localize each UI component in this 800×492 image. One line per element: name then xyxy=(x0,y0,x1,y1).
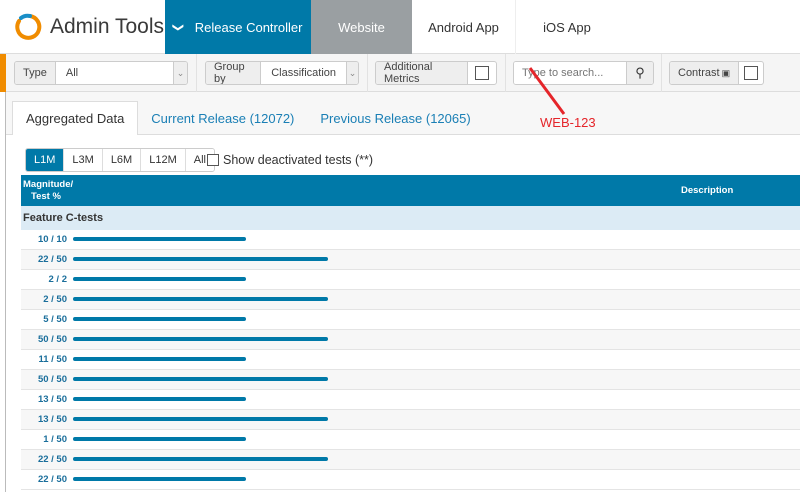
logo-icon xyxy=(15,13,42,40)
table-row[interactable]: 50 / 50 xyxy=(21,370,800,390)
row-magnitude: 22 / 50 xyxy=(37,454,67,465)
nav-label: Website xyxy=(338,19,385,35)
column-test-percent[interactable]: Test % xyxy=(23,191,73,203)
column-description[interactable]: Description xyxy=(681,185,733,196)
progress-bar xyxy=(73,317,247,321)
row-magnitude: 13 / 50 xyxy=(37,394,67,405)
table-row[interactable]: 50 / 50 xyxy=(21,330,800,350)
table-row[interactable]: 13 / 50 xyxy=(21,390,800,410)
progress-bar xyxy=(73,297,328,301)
table-row[interactable]: 13 / 50 xyxy=(21,410,800,430)
show-deactivated-checkbox[interactable] xyxy=(207,154,219,166)
table-row[interactable]: 22 / 50 xyxy=(21,250,800,270)
nav-label: Android App xyxy=(428,19,499,35)
progress-bar xyxy=(73,357,247,361)
row-magnitude: 2 / 50 xyxy=(43,294,67,305)
period-l12m[interactable]: L12M xyxy=(141,149,186,171)
period-selector: L1M L3M L6M L12M All xyxy=(25,148,215,172)
nav-ios-app[interactable]: iOS App xyxy=(516,0,618,54)
table-row[interactable]: 22 / 50 xyxy=(21,470,800,490)
show-deactivated-toggle[interactable]: Show deactivated tests (**) xyxy=(207,153,373,167)
additional-metrics-checkbox[interactable] xyxy=(475,66,490,80)
divider xyxy=(505,54,506,92)
table-row[interactable]: 2 / 50 xyxy=(21,290,800,310)
progress-bar xyxy=(73,337,328,341)
table-row[interactable]: 5 / 50 xyxy=(21,310,800,330)
row-magnitude: 22 / 50 xyxy=(37,474,67,485)
progress-bar xyxy=(73,477,247,481)
nav-label: iOS App xyxy=(543,19,591,35)
progress-bar xyxy=(73,417,328,421)
left-border xyxy=(5,92,6,492)
type-label: Type xyxy=(15,62,56,84)
logo[interactable]: Admin Tools xyxy=(12,12,164,42)
contrast-checkbox[interactable] xyxy=(744,66,759,80)
row-magnitude: 2 / 2 xyxy=(48,274,68,285)
row-magnitude: 22 / 50 xyxy=(37,254,67,265)
table-row[interactable]: 2 / 2 xyxy=(21,270,800,290)
group-by-value: Classification xyxy=(271,67,337,79)
period-l3m[interactable]: L3M xyxy=(64,149,103,171)
show-deactivated-label: Show deactivated tests (**) xyxy=(223,153,374,167)
group-by-label: Group by xyxy=(206,62,262,84)
nav-label: Release Controller xyxy=(194,19,303,35)
search-icon[interactable]: ⚲ xyxy=(626,62,653,84)
chevron-down-icon[interactable]: ⌄ xyxy=(173,62,187,84)
column-magnitude[interactable]: Magnitude/ xyxy=(23,179,73,191)
monitor-icon: ▣ xyxy=(721,67,731,78)
group-label: Feature C-tests xyxy=(23,212,104,224)
chevron-down-icon[interactable]: ⌄ xyxy=(346,62,358,84)
progress-bar xyxy=(73,377,328,381)
tab-aggregated-data[interactable]: Aggregated Data xyxy=(12,101,139,135)
annotation-label: WEB-123 xyxy=(540,115,596,130)
row-magnitude: 10 / 10 xyxy=(37,234,67,245)
accent-bar xyxy=(0,54,6,92)
table-body: 10 / 10 22 / 50 2 / 2 2 / 50 5 / 50 50 / 50 11… xyxy=(21,230,800,490)
nav-website[interactable]: Website xyxy=(311,0,412,54)
row-magnitude: 50 / 50 xyxy=(37,374,67,385)
progress-bar xyxy=(73,277,247,281)
row-magnitude: 50 / 50 xyxy=(37,334,67,345)
chevron-down-icon: ❯ xyxy=(171,22,184,32)
divider xyxy=(196,54,197,92)
additional-metrics-toggle[interactable]: Additional Metrics xyxy=(375,61,497,85)
table-row[interactable]: 10 / 10 xyxy=(21,230,800,250)
contrast-toggle[interactable]: Contrast ▣ xyxy=(669,61,764,85)
progress-bar xyxy=(73,237,247,241)
divider xyxy=(367,54,368,92)
filter-toolbar: Type All ⌄ Group by Classification ⌄ Add… xyxy=(0,54,800,92)
tab-previous-release[interactable]: Previous Release (12065) xyxy=(307,101,483,135)
row-magnitude: 13 / 50 xyxy=(37,414,67,425)
tab-bar: Aggregated Data Current Release (12072) … xyxy=(12,101,484,135)
tab-current-release[interactable]: Current Release (12072) xyxy=(138,101,307,135)
type-select[interactable]: Type All ⌄ xyxy=(14,61,188,85)
app-title: Admin Tools xyxy=(50,15,165,38)
group-by-select[interactable]: Group by Classification ⌄ xyxy=(205,61,359,85)
table-row[interactable]: 11 / 50 xyxy=(21,350,800,370)
row-magnitude: 1 / 50 xyxy=(43,434,67,445)
additional-metrics-label: Additional Metrics xyxy=(376,62,469,84)
row-magnitude: 11 / 50 xyxy=(38,354,67,365)
progress-bar xyxy=(73,437,247,441)
progress-bar xyxy=(73,257,328,261)
period-l1m[interactable]: L1M xyxy=(26,149,65,171)
table-row[interactable]: 1 / 50 xyxy=(21,430,800,450)
row-magnitude: 5 / 50 xyxy=(43,314,67,325)
period-l6m[interactable]: L6M xyxy=(102,149,142,171)
divider xyxy=(661,54,662,92)
group-row[interactable]: Feature C-tests xyxy=(21,206,800,230)
nav-android-app[interactable]: Android App xyxy=(412,0,516,54)
contrast-label: Contrast xyxy=(678,67,720,79)
nav-release-controller[interactable]: ❯ Release Controller xyxy=(165,0,311,54)
table-row[interactable]: 22 / 50 xyxy=(21,450,800,470)
annotation-arrow xyxy=(528,67,566,115)
table-header: Magnitude/Test % Description xyxy=(21,175,800,206)
progress-bar xyxy=(73,457,328,461)
type-value: All xyxy=(65,67,79,79)
top-header: Admin Tools ❯ Release Controller Website … xyxy=(0,0,800,54)
progress-bar xyxy=(73,397,247,401)
